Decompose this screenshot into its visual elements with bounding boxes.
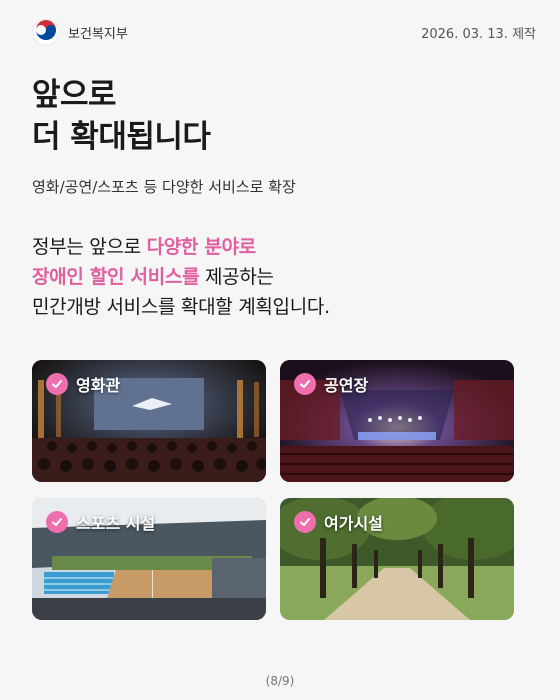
body-line-2: 장애인 할인 서비스를 제공하는 [32, 262, 330, 292]
creation-date: 2026. 03. 13. 제작 [421, 27, 536, 42]
highlight-fields: 다양한 분야로 [146, 236, 257, 258]
page-indicator: (8/9) [265, 674, 295, 688]
body-text: 정부는 앞으로 다양한 분야로 장애인 할인 서비스를 제공하는 민간개방 서비… [32, 232, 330, 322]
body-line-1: 정부는 앞으로 다양한 분야로 [32, 232, 330, 262]
org-name: 보건복지부 [68, 27, 128, 42]
card-label: 영화관 [76, 376, 121, 395]
check-icon [294, 511, 316, 533]
check-icon [294, 373, 316, 395]
card-tag: 여가시설 [294, 510, 383, 534]
card-label: 공연장 [324, 376, 369, 395]
body-line-3: 민간개방 서비스를 확대할 계획입니다. [32, 296, 330, 318]
body-line-1-text: 정부는 앞으로 [32, 236, 147, 258]
body-line-2-text: 제공하는 [199, 266, 274, 288]
card-tag: 영화관 [46, 372, 120, 396]
check-icon [46, 373, 68, 395]
subtitle: 영화/공연/스포츠 등 다양한 서비스로 확장 [32, 178, 296, 196]
card-tag: 공연장 [294, 372, 368, 396]
card-label: 여가시설 [324, 514, 383, 533]
card-cinema: 영화관 [32, 360, 266, 482]
card-label: 스포츠 시설 [76, 514, 156, 533]
highlight-discount: 장애인 할인 서비스를 [32, 266, 200, 288]
card-leisure-facility: 여가시설 [280, 498, 514, 620]
title-line-1: 앞으로 [32, 77, 117, 113]
taegeuk-emblem-icon [32, 18, 60, 46]
card-tag: 스포츠 시설 [46, 510, 155, 534]
card-sports-facility: 스포츠 시설 [32, 498, 266, 620]
title-line-2: 더 확대됩니다 [32, 119, 211, 155]
card-concert-hall: 공연장 [280, 360, 514, 482]
page-title: 앞으로 더 확대됩니다 [32, 74, 211, 158]
header: 보건복지부 2026. 03. 13. 제작 [32, 18, 536, 46]
check-icon [46, 511, 68, 533]
